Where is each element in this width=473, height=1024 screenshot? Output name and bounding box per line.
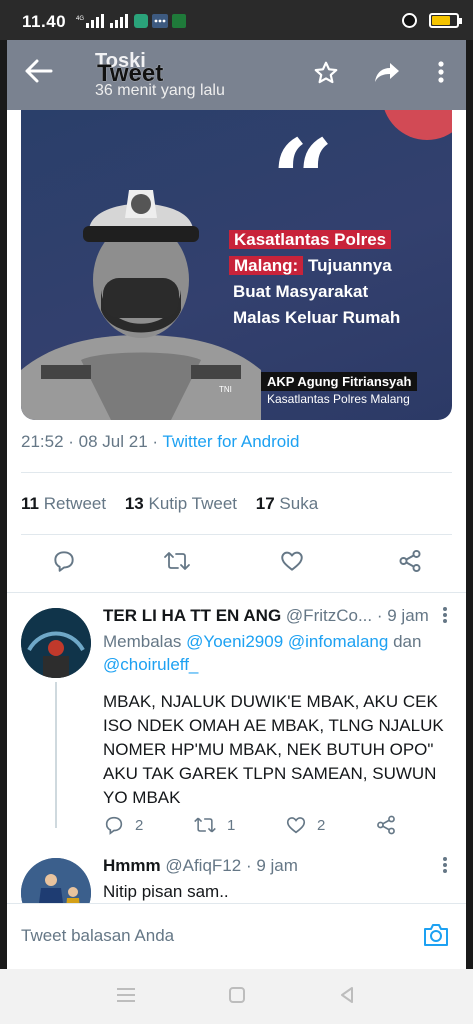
retweet-label: Retweet [43, 494, 107, 513]
reply-text: MBAK, NJALUK DUWIK'E MBAK, AKU CEK ISO N… [103, 692, 444, 807]
reply-icon[interactable] [51, 548, 77, 579]
badge-text: TNI [219, 385, 232, 394]
system-nav-bar [0, 969, 473, 1024]
phone-frame: 11.40 4G Toski Tweet 36 menit yang lalu [0, 0, 473, 1024]
network-type-label: 4G [76, 16, 84, 22]
reply-author-name[interactable]: TER LI HA TT EN ANG [103, 606, 281, 625]
reply-more-icon[interactable] [442, 856, 448, 880]
reply-header: Hmmm @AfiqF12 · 9 jam [103, 856, 298, 876]
decor-circle [382, 110, 452, 140]
back-nav-icon[interactable] [338, 986, 356, 1009]
officer-photo: TNI [21, 190, 261, 420]
quote-stat[interactable]: 13 Kutip Tweet [125, 494, 237, 513]
reply-compose-bar[interactable]: Tweet balasan Anda [7, 903, 466, 969]
reply-author-name[interactable]: Hmmm [103, 856, 161, 875]
headline-line-1: Kasatlantas Polres [229, 230, 392, 249]
replying-and: dan [393, 632, 422, 651]
like-action[interactable]: 2 [285, 814, 325, 836]
retweet-icon [194, 817, 216, 833]
reply-icon [105, 816, 123, 835]
reply-action[interactable]: 2 [103, 814, 143, 836]
battery-icon [429, 13, 462, 28]
message-icon [172, 14, 186, 31]
like-heart-icon [286, 817, 306, 834]
replying-to: Membalas @Yoeni2909 @infomalang dan @cho… [103, 630, 443, 676]
divider [21, 534, 452, 535]
menu-nav-icon[interactable] [116, 986, 136, 1009]
reply-input[interactable]: Tweet balasan Anda [21, 926, 174, 946]
tweet-screen: Toski Tweet 36 menit yang lalu “ TNI Kas… [7, 40, 466, 969]
thread-line [55, 682, 57, 828]
share-icon[interactable] [397, 548, 423, 579]
quote-count: 13 [124, 494, 144, 513]
replying-label: Membalas [103, 632, 182, 651]
notification-app-icon [134, 14, 148, 31]
reply-time: · 9 jam [245, 856, 298, 875]
retweet-icon[interactable] [163, 548, 191, 579]
quote-mark: “ [271, 115, 335, 244]
retweet-count: 1 [227, 816, 236, 834]
share-icon [377, 815, 395, 835]
camera-icon[interactable] [422, 922, 450, 953]
reply-author-handle[interactable]: @FritzCo... [286, 606, 372, 625]
share-action[interactable] [375, 814, 397, 836]
like-count: 2 [317, 816, 326, 834]
reply-author-handle[interactable]: @AfiqF12 [165, 856, 241, 875]
status-time: 11.40 [22, 12, 67, 31]
more-notifications-icon [152, 14, 168, 31]
app-bar: Toski Tweet 36 menit yang lalu [7, 40, 466, 110]
mention-link[interactable]: @infomalang [288, 632, 388, 651]
like-heart-icon[interactable] [279, 548, 305, 579]
quote-label: Kutip Tweet [148, 494, 238, 513]
page-subtitle: 36 menit yang lalu [95, 82, 225, 99]
like-label: Suka [279, 494, 319, 513]
like-stat[interactable]: 17 Suka [256, 494, 318, 513]
tweet-timestamp: 21:52 · 08 Jul 21 · Twitter for Android [21, 432, 300, 451]
retweet-action[interactable]: 1 [193, 814, 235, 836]
tweet-image[interactable]: “ TNI Kasatlantas Polres Malang: Tujuann… [21, 110, 452, 420]
back-arrow-icon[interactable] [23, 58, 53, 90]
headline-line-2-red: Malang: [229, 256, 304, 275]
reply-header: TER LI HA TT EN ANG @FritzCo... · 9 jam [103, 606, 429, 626]
officer-title: Kasatlantas Polres Malang [267, 392, 410, 406]
headline-line-4: Malas Keluar Rumah [233, 308, 401, 327]
home-nav-icon[interactable] [228, 986, 246, 1009]
tweet-stats: 11 Retweet 13 Kutip Tweet 17 Suka [21, 494, 332, 514]
retweet-count: 11 [21, 494, 39, 513]
overflow-menu-icon[interactable] [437, 60, 445, 90]
tweet-actions [7, 542, 466, 582]
tweet-time: 21:52 [21, 432, 64, 451]
share-arrow-icon[interactable] [373, 60, 401, 92]
avatar[interactable] [21, 608, 91, 678]
mention-link[interactable]: @Yoeni2909 [186, 632, 283, 651]
headline-line-3: Buat Masyarakat [233, 282, 369, 301]
reply-time: · 9 jam [376, 606, 429, 625]
headline-line-2-rest: Tujuannya [303, 256, 392, 275]
signal-icon: 4G [76, 14, 106, 31]
reply-count: 2 [135, 816, 144, 834]
signal-icon-2 [110, 14, 130, 31]
star-icon[interactable] [313, 60, 339, 92]
tweet-client-link[interactable]: Twitter for Android [162, 432, 299, 451]
reply-text: Nitip pisan sam.. [103, 882, 229, 901]
mention-link[interactable]: @choiruleff_ [103, 655, 198, 674]
divider [21, 472, 452, 473]
divider [7, 592, 466, 593]
reply-more-icon[interactable] [442, 606, 448, 630]
alarm-icon [402, 13, 417, 28]
retweet-stat[interactable]: 11 Retweet [21, 494, 106, 513]
like-count: 17 [255, 494, 275, 513]
status-bar: 11.40 4G [0, 0, 473, 40]
tweet-date: 08 Jul 21 [78, 432, 148, 451]
officer-name: AKP Agung Fitriansyah [261, 372, 418, 391]
